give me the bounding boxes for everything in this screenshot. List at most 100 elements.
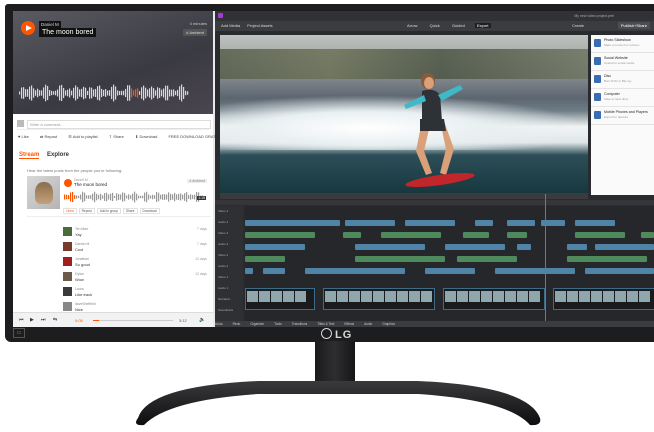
play-icon[interactable]: ▶	[30, 317, 34, 323]
card-add-group-button[interactable]: Add to group	[96, 208, 121, 214]
timeline-clip[interactable]	[245, 268, 253, 274]
bottom-bar-button[interactable]: Effects	[344, 322, 354, 326]
bottom-bar-button[interactable]: Tools	[274, 322, 281, 326]
timeline-clip[interactable]	[595, 244, 654, 250]
commenter-name[interactable]: Ten Marr	[75, 227, 88, 231]
timeline-clip[interactable]	[245, 244, 305, 250]
commenter-name[interactable]: Dylan	[75, 272, 84, 276]
project-assets-menu[interactable]: Project Assets	[247, 23, 272, 28]
add-media-menu[interactable]: Add Media	[221, 23, 240, 28]
preview-controls[interactable]	[220, 193, 588, 199]
free-download-link[interactable]: FREE DOWNLOAD GRATIS	[168, 134, 219, 139]
commenter-name[interactable]: daveSheffield	[75, 302, 96, 306]
card-share-button[interactable]: Share	[123, 208, 138, 214]
volume-icon[interactable]: 🔈	[199, 317, 205, 323]
avatar[interactable]	[63, 302, 72, 311]
timeline-clip[interactable]	[463, 232, 489, 238]
timeline-clip[interactable]	[495, 268, 575, 274]
bottom-bar-button[interactable]: Redo	[233, 322, 241, 326]
timeline-clip[interactable]	[457, 256, 517, 262]
timeline-clip[interactable]	[345, 220, 395, 226]
timeline-clip[interactable]	[507, 220, 535, 226]
avatar[interactable]	[63, 227, 72, 236]
bottom-bar-button[interactable]: Titles & Text	[317, 322, 334, 326]
video-clip-filmstrip[interactable]	[443, 288, 545, 310]
timeline-clip[interactable]	[245, 220, 340, 226]
track-label[interactable]: Audio 3	[218, 242, 228, 246]
timeline-tracks[interactable]	[245, 206, 654, 321]
track-label[interactable]: Video 2	[218, 253, 228, 257]
track-label[interactable]: Audio 4	[218, 220, 228, 224]
avatar[interactable]	[63, 242, 72, 251]
artist-name[interactable]: Daniel M	[39, 21, 61, 28]
track-label[interactable]: Narration	[218, 297, 230, 301]
tab-guided[interactable]: Guided	[450, 23, 467, 28]
timeline-clip[interactable]	[641, 232, 654, 238]
repost-button[interactable]: ⇄ Repost	[40, 134, 62, 139]
track-label[interactable]: Video 4	[218, 209, 228, 213]
avatar[interactable]	[63, 287, 72, 296]
timeline-clip[interactable]	[567, 256, 647, 262]
tab-explore[interactable]: Explore	[47, 152, 69, 158]
timeline-clip[interactable]	[575, 232, 625, 238]
timeline-clip[interactable]	[381, 232, 441, 238]
timeline-ruler[interactable]	[215, 200, 654, 205]
track-label[interactable]: Audio 1	[218, 286, 228, 290]
timeline-clip[interactable]	[507, 232, 527, 238]
bottom-bar-button[interactable]: Graphics	[382, 322, 395, 326]
waveform[interactable]	[19, 81, 189, 105]
export-option[interactable]: Computer Save to hard drive	[591, 89, 654, 107]
create-menu[interactable]: Create	[572, 21, 584, 31]
timeline-clip[interactable]	[425, 268, 475, 274]
bottom-bar-button[interactable]: Organizer	[250, 322, 264, 326]
timeline-clip[interactable]	[585, 268, 654, 274]
share-button[interactable]: ⇪ Share	[109, 134, 129, 139]
timeline-clip[interactable]	[355, 256, 445, 262]
add-to-playlist-button[interactable]: ☰ Add to playlist	[68, 134, 102, 139]
card-play-button[interactable]	[64, 179, 72, 187]
tab-export[interactable]: Export	[474, 23, 491, 28]
track-label[interactable]: Video 1	[218, 275, 228, 279]
timeline-clip[interactable]	[245, 232, 315, 238]
commenter-name[interactable]: Darwin M	[75, 242, 89, 246]
timeline-clip[interactable]	[245, 256, 285, 262]
timeline-clip[interactable]	[517, 244, 531, 250]
avatar[interactable]	[63, 257, 72, 266]
previous-icon[interactable]: ⏮	[19, 317, 24, 323]
export-option[interactable]: Photo Slideshow Make a movie from photos	[591, 35, 654, 53]
comment-input[interactable]: Write a comment...	[27, 120, 211, 129]
progress-bar[interactable]	[93, 320, 173, 321]
avatar[interactable]	[63, 272, 72, 281]
tab-quick[interactable]: Quick	[428, 23, 442, 28]
timeline-clip[interactable]	[343, 232, 361, 238]
card-waveform[interactable]	[64, 189, 204, 205]
publish-share-button[interactable]: Publish+Share	[617, 22, 650, 29]
tab-arrow[interactable]: Arrow	[405, 23, 419, 28]
commenter-name[interactable]: Jonathan	[75, 257, 89, 261]
export-option[interactable]: Disc Burn DVD or Blu-ray	[591, 71, 654, 89]
track-label[interactable]: Video 3	[218, 231, 228, 235]
timeline-clip[interactable]	[567, 244, 587, 250]
commenter-name[interactable]: Laura	[75, 287, 84, 291]
shuffle-icon[interactable]: ⇆	[53, 317, 57, 323]
timeline-clip[interactable]	[445, 244, 505, 250]
track-artwork[interactable]	[27, 176, 60, 209]
export-option[interactable]: Mobile Phones and Players Export for devi…	[591, 107, 654, 125]
bottom-bar-button[interactable]: Undo	[215, 322, 223, 326]
like-button[interactable]: ♥ Like	[18, 134, 34, 139]
video-clip-filmstrip[interactable]	[553, 288, 654, 310]
card-genre-tag[interactable]: # Ambient	[187, 179, 207, 183]
track-label[interactable]: Audio 2	[218, 264, 228, 268]
card-like-button[interactable]: Liked	[63, 208, 77, 214]
timeline-clip[interactable]	[355, 244, 425, 250]
timeline-clip[interactable]	[405, 220, 455, 226]
bottom-bar-button[interactable]: Audio	[364, 322, 372, 326]
card-download-button[interactable]: Download	[139, 208, 160, 214]
download-button[interactable]: ⬇ Download	[135, 134, 162, 139]
next-icon[interactable]: ⏭	[41, 317, 46, 323]
timeline-clip[interactable]	[575, 220, 615, 226]
export-option[interactable]: Social Website Upload to social media	[591, 53, 654, 71]
video-clip-filmstrip[interactable]	[323, 288, 435, 310]
playhead[interactable]	[545, 194, 546, 322]
video-clip-filmstrip[interactable]	[245, 288, 315, 310]
